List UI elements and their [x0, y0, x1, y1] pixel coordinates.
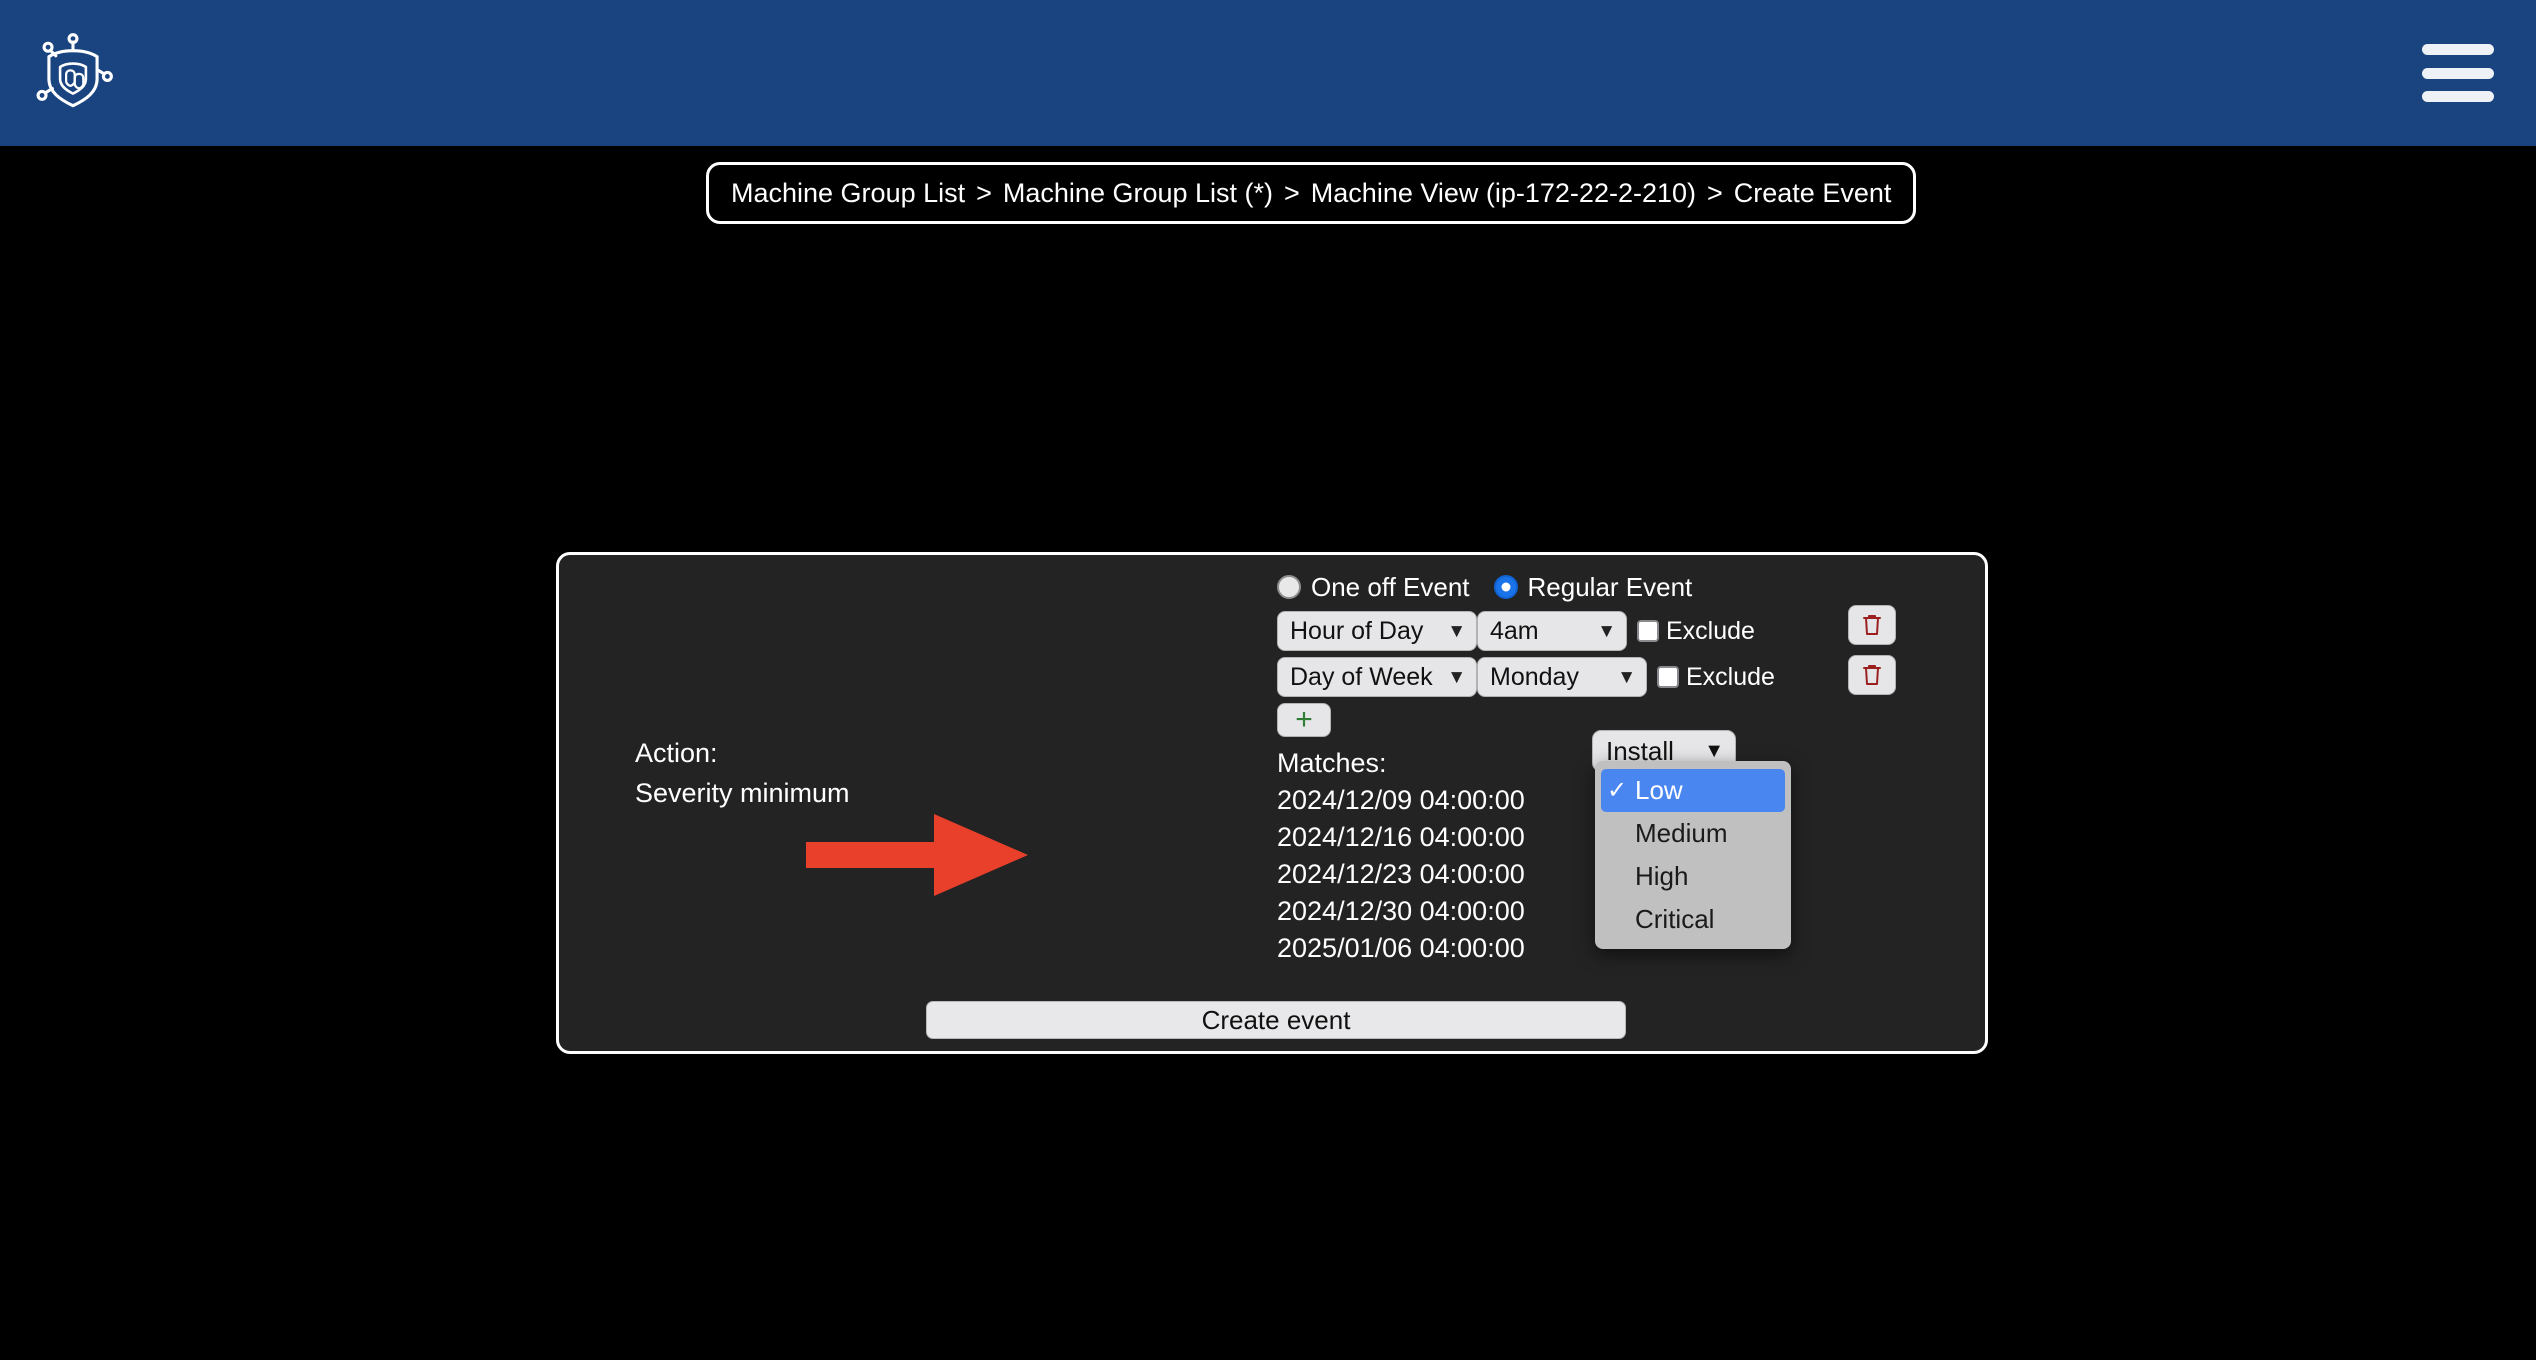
condition-detail-value: 4am — [1490, 616, 1539, 645]
check-icon: ✓ — [1607, 777, 1628, 804]
breadcrumb-separator: > — [1707, 177, 1723, 208]
create-event-button[interactable]: Create event — [926, 1001, 1626, 1039]
severity-option-label: Critical — [1635, 904, 1715, 934]
exclude-label: Exclude — [1666, 616, 1755, 645]
check-icon-placeholder: ● — [1607, 906, 1635, 934]
delete-condition-button-hour[interactable] — [1848, 605, 1896, 645]
exclude-checkbox-hour[interactable] — [1637, 620, 1659, 642]
chevron-down-icon: ▼ — [1447, 666, 1466, 688]
menu-bar-2 — [2422, 67, 2494, 79]
chevron-down-icon: ▼ — [1704, 739, 1724, 762]
trash-icon — [1863, 665, 1881, 685]
app-header — [0, 0, 2536, 146]
condition-value-select-hour[interactable]: 4am ▼ — [1477, 611, 1627, 651]
check-icon-placeholder: ● — [1607, 820, 1635, 848]
match-item: 2024/12/09 04:00:00 — [1277, 785, 1525, 815]
action-label: Action: — [635, 738, 718, 768]
severity-option-high[interactable]: ● High — [1595, 855, 1791, 898]
radio-one-off-event-label: One off Event — [1311, 571, 1470, 602]
match-item: 2024/12/23 04:00:00 — [1277, 859, 1525, 889]
severity-option-label: High — [1635, 861, 1689, 891]
chevron-down-icon: ▼ — [1447, 620, 1466, 642]
condition-type-value: Hour of Day — [1290, 616, 1424, 645]
match-item: 2025/01/06 04:00:00 — [1277, 933, 1525, 963]
match-item: 2024/12/16 04:00:00 — [1277, 822, 1525, 852]
add-condition-button[interactable]: + — [1277, 703, 1331, 737]
severity-minimum-label: Severity minimum — [635, 778, 850, 808]
breadcrumb-item-machine-view[interactable]: Machine View (ip-172-22-2-210) — [1311, 178, 1696, 209]
event-type-radio-group: One off Event Regular Event — [1277, 569, 1977, 605]
exclude-group-day: Exclude — [1657, 663, 1775, 692]
delete-condition-button-day[interactable] — [1848, 655, 1896, 695]
severity-option-critical[interactable]: ● Critical — [1595, 898, 1791, 941]
breadcrumb-separator: > — [976, 177, 992, 208]
create-event-panel: One off Event Regular Event Hour of Day … — [556, 552, 1988, 1054]
condition-type-select-day-of-week[interactable]: Day of Week ▼ — [1277, 657, 1477, 697]
breadcrumb-item-machine-group-list-starred[interactable]: Machine Group List (*) — [1003, 178, 1273, 209]
exclude-group-hour: Exclude — [1637, 617, 1755, 646]
radio-regular-event[interactable] — [1493, 575, 1518, 599]
severity-option-medium[interactable]: ● Medium — [1595, 812, 1791, 855]
chevron-down-icon: ▼ — [1597, 620, 1616, 642]
menu-icon[interactable] — [2422, 44, 2494, 102]
breadcrumb-separator: > — [1284, 177, 1300, 208]
exclude-label: Exclude — [1686, 662, 1775, 691]
exclude-checkbox-day[interactable] — [1657, 666, 1679, 688]
menu-bar-3 — [2422, 91, 2494, 102]
severity-dropdown-menu: ✓ Low ● Medium ● High ● Critical — [1595, 761, 1791, 949]
radio-regular-event-label: Regular Event — [1527, 571, 1693, 602]
form-label-column: Action: Severity minimum — [635, 733, 850, 813]
shield-circuit-logo-icon[interactable] — [30, 30, 116, 116]
matches-section: Matches: 2024/12/09 04:00:00 2024/12/16 … — [1277, 745, 1525, 967]
severity-option-low[interactable]: ✓ Low — [1601, 769, 1785, 812]
match-item: 2024/12/30 04:00:00 — [1277, 896, 1525, 926]
condition-value-select-day[interactable]: Monday ▼ — [1477, 657, 1647, 697]
condition-type-value: Day of Week — [1290, 662, 1433, 691]
breadcrumb-item-machine-group-list[interactable]: Machine Group List — [731, 178, 965, 209]
breadcrumb: Machine Group List > Machine Group List … — [706, 162, 1917, 224]
breadcrumb-item-create-event: Create Event — [1733, 177, 1892, 208]
schedule-section: One off Event Regular Event Hour of Day … — [1277, 569, 1977, 737]
condition-type-select-hour-of-day[interactable]: Hour of Day ▼ — [1277, 611, 1477, 651]
menu-bar-1 — [2422, 44, 2494, 55]
check-icon-placeholder: ● — [1607, 863, 1635, 891]
trash-icon — [1863, 615, 1881, 635]
create-event-button-label: Create event — [1201, 1004, 1351, 1035]
matches-title: Matches: — [1277, 748, 1387, 778]
condition-detail-value: Monday — [1490, 662, 1579, 691]
add-condition-label: + — [1295, 703, 1313, 736]
severity-option-label: Low — [1635, 775, 1683, 805]
radio-one-off-event[interactable] — [1277, 575, 1301, 599]
severity-option-label: Medium — [1635, 818, 1728, 848]
chevron-down-icon: ▼ — [1617, 666, 1636, 688]
